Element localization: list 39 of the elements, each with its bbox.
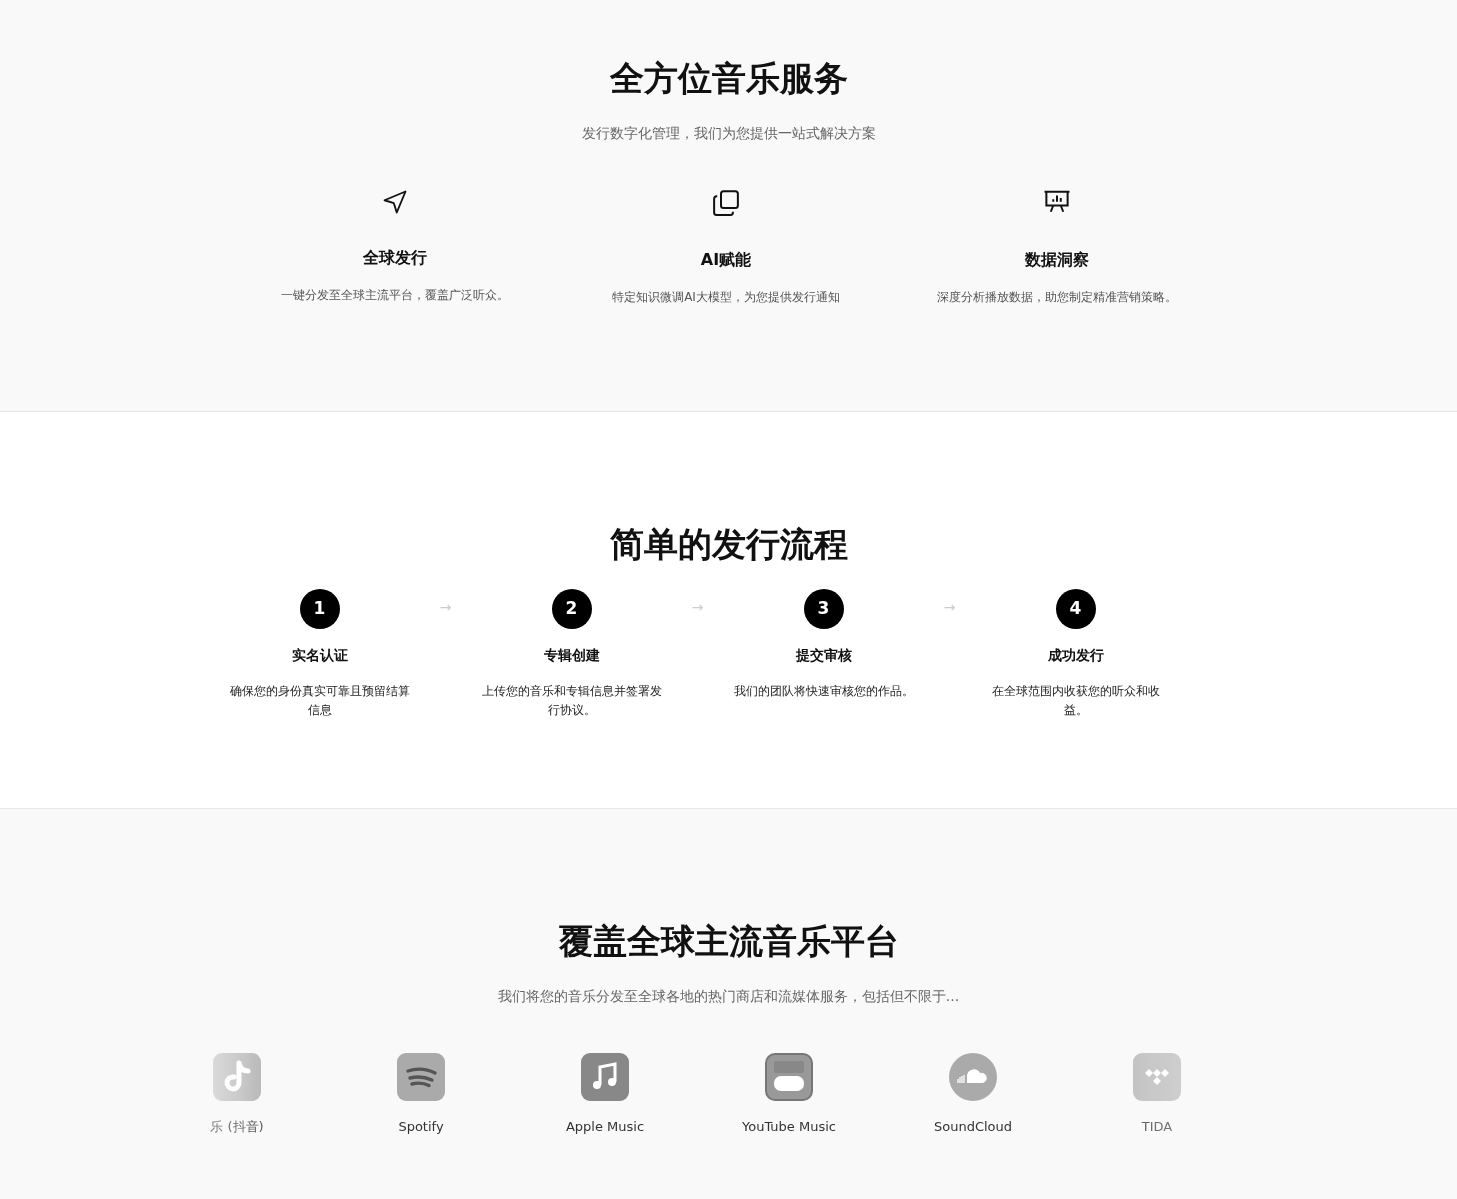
diamonds-icon	[1133, 1052, 1181, 1101]
step-title: 成功发行	[1047, 645, 1104, 665]
section-subtitle: 发行数字化管理，我们为您提供一站式解决方案	[580, 123, 877, 143]
section-title: 全方位音乐服务	[608, 58, 849, 99]
arrow-icon: →	[439, 598, 452, 615]
step-description: 我们的团队将快速审核您的作品。	[733, 682, 914, 700]
feature-title: 数据洞察	[1025, 248, 1089, 271]
step-number: 3	[803, 588, 844, 629]
feature-description: 一键分发至全球主流平台，覆盖广泛听众。	[281, 286, 509, 304]
step-title: 实名认证	[291, 645, 348, 665]
platform-name: Spotify	[398, 1117, 444, 1136]
platform-name: TIDA	[1141, 1117, 1173, 1136]
platform-name: YouTube Music	[742, 1117, 836, 1136]
copy-icon	[711, 187, 741, 218]
feature-description: 深度分析播放数据，助您制定精准营销策略。	[937, 288, 1177, 306]
platform-name: SoundCloud	[933, 1117, 1013, 1136]
step-description: 在全球范围内收获您的听众和收益。	[990, 682, 1161, 719]
step-title: 提交审核	[795, 645, 852, 665]
step-description: 上传您的音乐和专辑信息并签署发行协议。	[480, 682, 663, 719]
music-note-icon	[213, 1052, 261, 1101]
sound-waves-icon	[397, 1052, 445, 1101]
platform-name: Apple Music	[565, 1117, 645, 1136]
arrow-icon: →	[943, 598, 956, 615]
step-number: 1	[299, 588, 340, 629]
step-number: 4	[1055, 588, 1096, 629]
section-subtitle: 我们将您的音乐分发至全球各地的热门商店和流媒体服务，包括但不限于...	[496, 986, 961, 1006]
platform-name: 乐 (抖音)	[210, 1117, 264, 1136]
feature-description: 特定知识微调AI大模型，为您提供发行通知	[612, 288, 840, 306]
music-note-icon	[581, 1052, 629, 1101]
step-title: 专辑创建	[543, 645, 600, 665]
feature-title: 全球发行	[363, 246, 427, 269]
step-number: 2	[551, 588, 592, 629]
video-tv-icon	[765, 1052, 813, 1101]
arrow-icon: →	[691, 598, 704, 615]
step-description: 确保您的身份真实可靠且预留结算信息	[228, 682, 411, 719]
section-title: 覆盖全球主流音乐平台	[557, 921, 900, 962]
cloud-icon	[949, 1052, 997, 1101]
feature-title: AI赋能	[700, 248, 752, 271]
section-title: 简单的发行流程	[609, 524, 848, 565]
